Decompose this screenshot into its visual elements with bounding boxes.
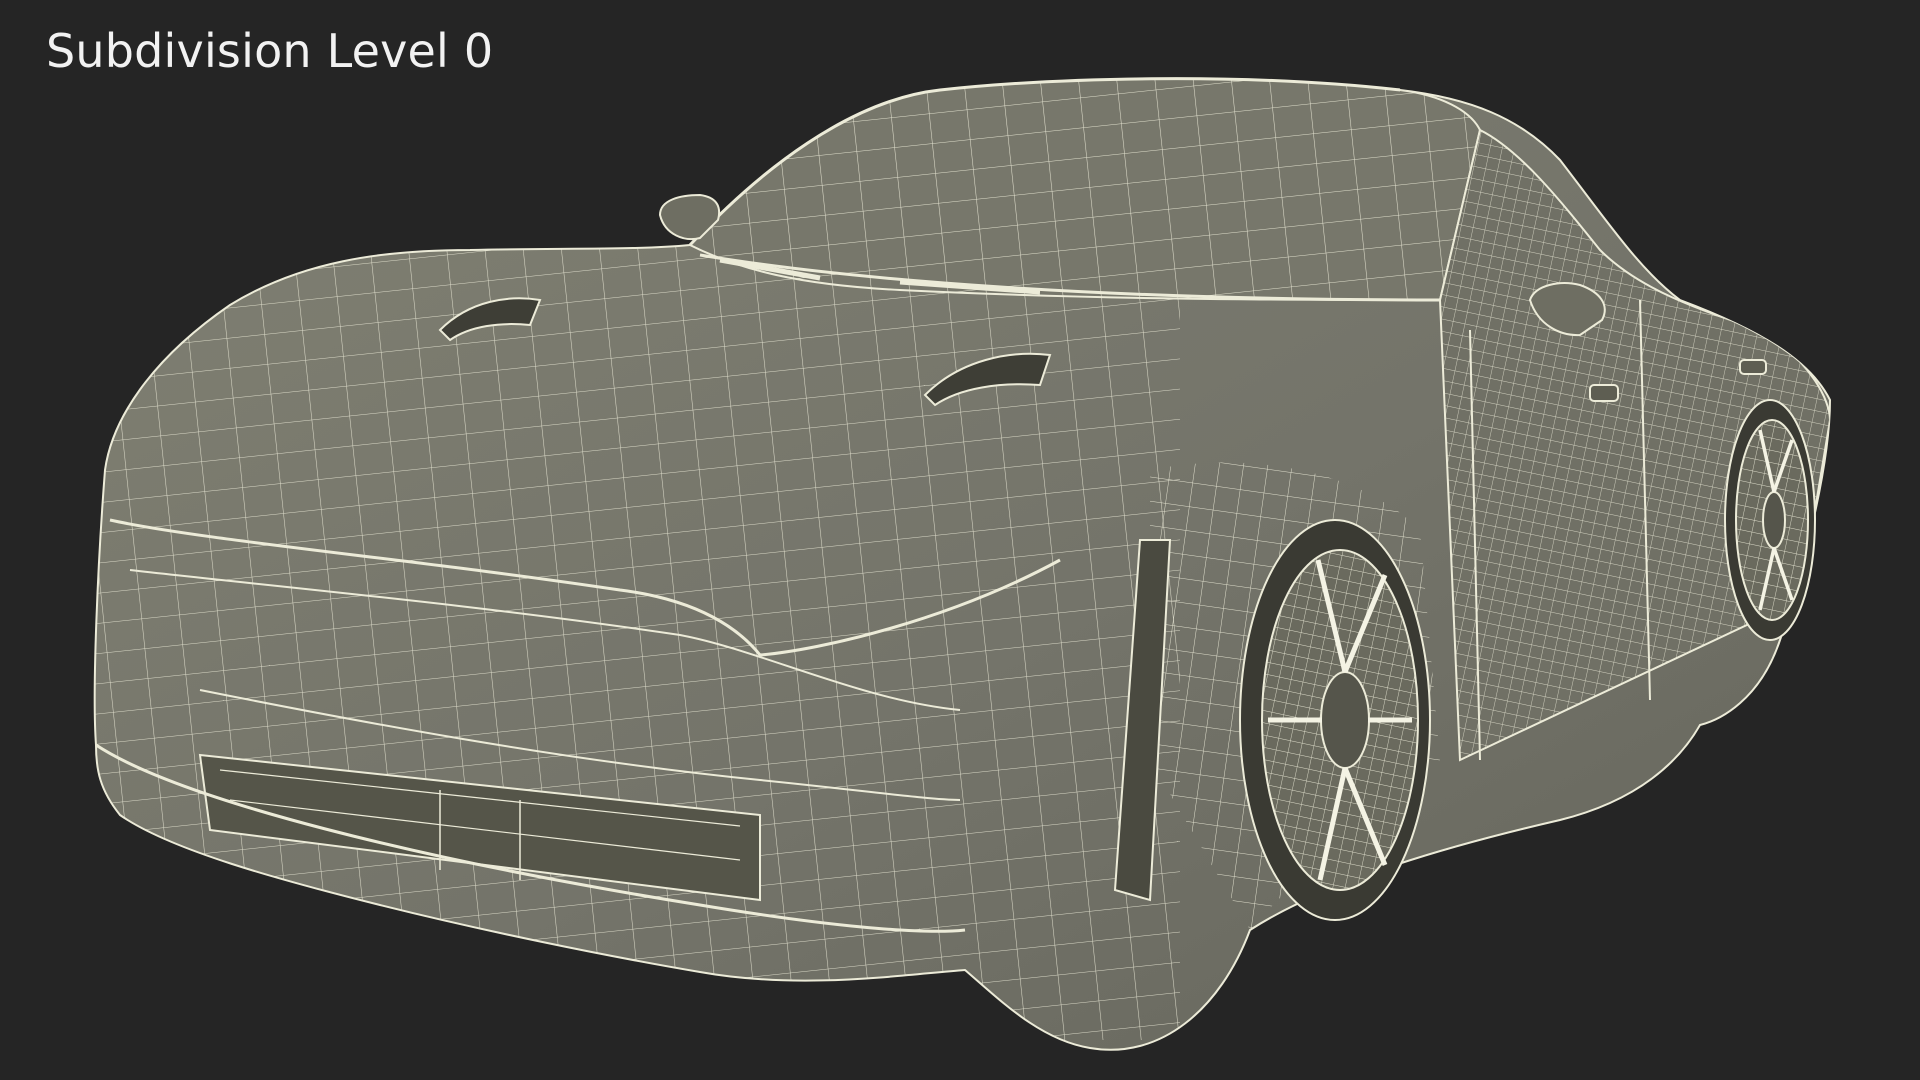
car-body — [93, 77, 1832, 1051]
rear-wheel — [1724, 399, 1816, 641]
subdivision-level-caption: Subdivision Level 0 — [46, 24, 494, 78]
front-wheel — [1239, 519, 1431, 921]
render-viewport: Subdivision Level 0 — [0, 0, 1920, 1080]
car-wireframe-render — [93, 77, 1832, 1051]
